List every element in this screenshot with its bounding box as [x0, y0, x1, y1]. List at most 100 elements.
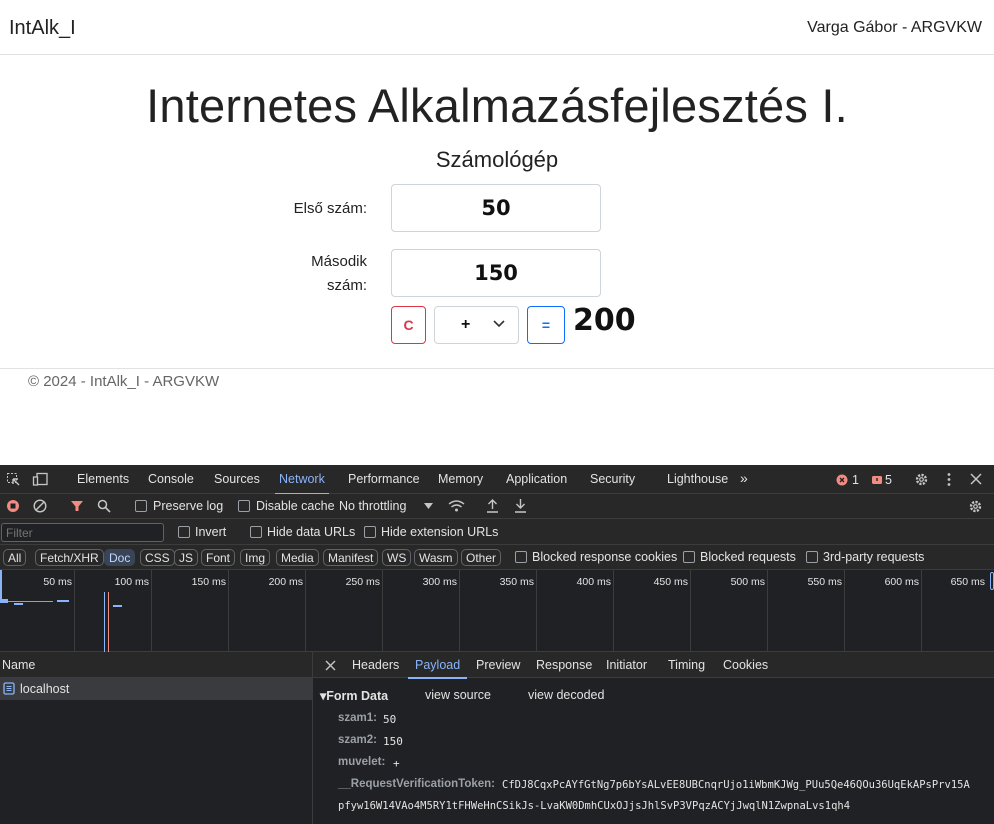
disable-cache-label: Disable cache — [256, 499, 335, 513]
form-field-value: 150 — [383, 735, 403, 748]
more-options-icon[interactable] — [946, 472, 952, 487]
tab-network[interactable]: Network — [275, 472, 329, 495]
details-tab-timing[interactable]: Timing — [668, 658, 705, 672]
blocked-response-cookies-checkbox[interactable] — [515, 551, 527, 563]
timeline-gridline — [228, 570, 229, 652]
timeline-gridline — [151, 570, 152, 652]
second-number-input[interactable]: 150 — [391, 249, 601, 297]
details-tab-bar: Headers Payload Preview Response Initiat… — [313, 652, 994, 679]
import-har-icon[interactable] — [486, 498, 499, 513]
hide-extension-urls-checkbox[interactable] — [364, 526, 376, 538]
timeline-range-handle-right[interactable] — [990, 572, 994, 590]
timeline-gridline — [921, 570, 922, 652]
type-ws[interactable]: WS — [382, 549, 412, 566]
tab-performance[interactable]: Performance — [348, 472, 420, 486]
request-row[interactable]: localhost — [0, 678, 312, 700]
request-bar — [57, 600, 69, 602]
tab-console[interactable]: Console — [148, 472, 194, 486]
operator-value: + — [461, 316, 471, 333]
timeline-tick-label: 400 ms — [576, 576, 611, 588]
type-fetch-xhr[interactable]: Fetch/XHR — [35, 549, 104, 566]
blocked-requests-label: Blocked requests — [700, 550, 796, 564]
close-devtools-icon[interactable] — [970, 473, 982, 485]
view-source-link[interactable]: view source — [425, 688, 491, 702]
details-tab-initiator[interactable]: Initiator — [606, 658, 647, 672]
inspect-element-icon[interactable] — [6, 472, 21, 487]
type-other[interactable]: Other — [461, 549, 502, 566]
type-css[interactable]: CSS — [140, 549, 175, 566]
view-decoded-link[interactable]: view decoded — [528, 688, 604, 702]
tab-elements[interactable]: Elements — [77, 472, 129, 486]
filter-input[interactable] — [1, 523, 164, 542]
close-details-icon[interactable] — [325, 660, 336, 671]
requests-list-header[interactable]: Name — [0, 652, 312, 678]
operator-select[interactable]: + — [434, 306, 519, 344]
type-doc[interactable]: Doc — [104, 549, 136, 566]
tab-security[interactable]: Security — [590, 472, 635, 486]
issues-icon — [872, 476, 882, 484]
form-field-key: muvelet: — [338, 756, 386, 768]
details-tab-cookies[interactable]: Cookies — [723, 658, 768, 672]
tab-memory[interactable]: Memory — [438, 472, 483, 486]
timeline-tick-label: 600 ms — [884, 576, 919, 588]
details-tab-payload[interactable]: Payload — [407, 658, 468, 679]
network-settings-gear-icon[interactable] — [968, 499, 983, 514]
tab-application[interactable]: Application — [506, 472, 567, 486]
device-toolbar-icon[interactable] — [32, 472, 49, 487]
second-number-label: Második szám: — [267, 250, 367, 298]
equals-button[interactable]: = — [527, 306, 565, 344]
details-tab-headers[interactable]: Headers — [352, 658, 399, 672]
brand-link[interactable]: IntAlk_I — [9, 17, 76, 40]
invert-checkbox[interactable] — [178, 526, 190, 538]
type-manifest[interactable]: Manifest — [323, 549, 379, 566]
first-number-input[interactable]: 50 — [391, 184, 601, 232]
network-toolbar: Preserve log Disable cache No throttling — [0, 494, 994, 519]
type-font[interactable]: Font — [201, 549, 236, 566]
clear-button[interactable]: C — [391, 306, 426, 344]
form-field-value: 50 — [383, 713, 397, 726]
settings-gear-icon[interactable] — [914, 472, 929, 487]
type-wasm[interactable]: Wasm — [414, 549, 458, 566]
tab-sources[interactable]: Sources — [214, 472, 260, 486]
timeline-range-handle-left[interactable] — [0, 570, 2, 600]
blocked-response-cookies-label: Blocked response cookies — [532, 550, 678, 564]
type-all[interactable]: All — [3, 549, 27, 566]
search-icon[interactable] — [97, 499, 111, 513]
issues-count[interactable]: 5 — [885, 473, 892, 487]
details-tab-preview[interactable]: Preview — [476, 658, 520, 672]
throttling-select[interactable]: No throttling — [339, 499, 406, 513]
timeline-tick-label: 50 ms — [43, 576, 72, 588]
resource-type-bar: All Fetch/XHR Doc CSS JS Font Img Media … — [0, 545, 994, 570]
clear-icon[interactable] — [33, 499, 47, 513]
details-tab-response[interactable]: Response — [536, 658, 592, 672]
network-timeline-overview[interactable]: 50 ms 100 ms 150 ms 200 ms 250 ms 300 ms… — [0, 570, 994, 652]
footer-text: © 2024 - IntAlk_I - ARGVKW — [28, 373, 220, 390]
filter-icon[interactable] — [70, 499, 84, 513]
tab-lighthouse[interactable]: Lighthouse — [667, 472, 728, 486]
timeline-tick-label: 650 ms — [950, 576, 985, 588]
form-data-toggle[interactable]: ▾Form Data — [320, 688, 388, 703]
request-bar — [0, 599, 8, 603]
network-conditions-icon[interactable] — [448, 499, 465, 513]
type-media[interactable]: Media — [276, 549, 319, 566]
network-requests-area: Name localhost Headers Payload Preview R… — [0, 652, 994, 824]
form-field-value-continued: pfyw16W14VAo4M5RY1tFHWeHnCSikJs-LvaKW0Dm… — [338, 800, 851, 812]
record-stop-icon[interactable] — [6, 499, 20, 513]
type-img[interactable]: Img — [240, 549, 271, 566]
export-har-icon[interactable] — [514, 498, 527, 513]
timeline-tick-label: 300 ms — [422, 576, 457, 588]
more-tabs-button[interactable]: » — [740, 470, 748, 486]
type-js[interactable]: JS — [174, 549, 199, 566]
error-count[interactable]: 1 — [852, 473, 859, 487]
disable-cache-checkbox[interactable] — [238, 500, 250, 512]
timeline-gridline — [844, 570, 845, 652]
blocked-requests-checkbox[interactable] — [683, 551, 695, 563]
result-value: 200 — [573, 303, 636, 338]
second-number-label-line1: Második — [311, 253, 367, 270]
preserve-log-checkbox[interactable] — [135, 500, 147, 512]
preserve-log-label: Preserve log — [153, 499, 224, 513]
hide-data-urls-label: Hide data URLs — [267, 525, 356, 539]
hide-data-urls-checkbox[interactable] — [250, 526, 262, 538]
request-name: localhost — [20, 682, 70, 696]
third-party-requests-checkbox[interactable] — [806, 551, 818, 563]
